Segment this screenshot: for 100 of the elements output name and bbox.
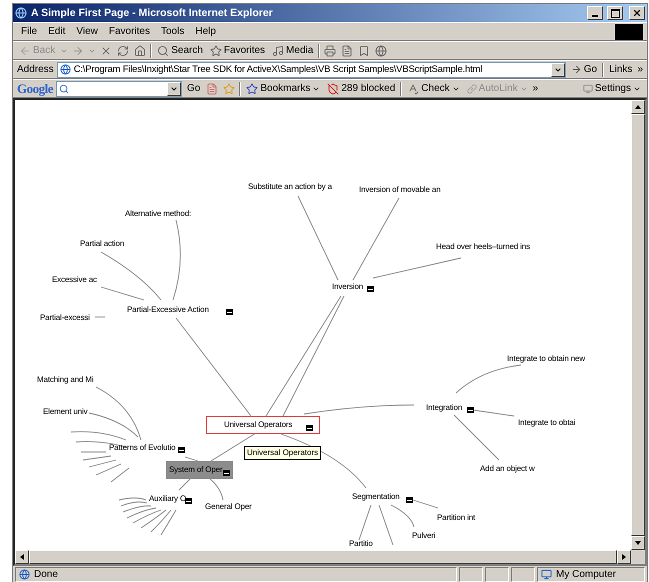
branch-line bbox=[358, 504, 372, 540]
browser-icon bbox=[15, 7, 27, 19]
tree-node[interactable]: Partial-Excessive Action bbox=[126, 304, 210, 316]
collapse-icon[interactable] bbox=[223, 470, 230, 476]
branch-line bbox=[178, 478, 192, 490]
tree-node[interactable]: Excessive ac bbox=[51, 274, 98, 286]
up-arrow-icon[interactable] bbox=[634, 103, 642, 111]
branch-line bbox=[208, 478, 224, 500]
globe-button[interactable] bbox=[374, 44, 388, 56]
blocked-icon bbox=[327, 82, 340, 94]
caret-icon bbox=[170, 84, 178, 92]
tree-node[interactable]: Inversion bbox=[331, 281, 364, 293]
tree-node[interactable]: Partial-excessi bbox=[39, 312, 91, 324]
menu-item[interactable]: Help bbox=[191, 26, 220, 37]
menu-item[interactable]: File bbox=[17, 26, 42, 37]
tree-node[interactable]: Pulveri bbox=[411, 530, 436, 542]
toolbar-button[interactable]: Search bbox=[155, 44, 205, 56]
back-arrow-icon bbox=[19, 44, 31, 56]
collapse-icon[interactable] bbox=[306, 425, 313, 431]
spell-check-icon bbox=[407, 82, 420, 94]
page-icon bbox=[19, 568, 30, 580]
tree-node[interactable]: Inversion of movable an bbox=[358, 184, 442, 196]
tree-node[interactable]: Partial action bbox=[79, 238, 126, 250]
tree-node[interactable]: Patterns of Evolutio bbox=[108, 442, 176, 454]
toolbar-button[interactable]: Media bbox=[270, 44, 316, 56]
refresh-button[interactable] bbox=[116, 44, 130, 56]
search-field[interactable] bbox=[56, 80, 182, 96]
vertical-scrollbar[interactable] bbox=[631, 100, 645, 550]
more-chevron[interactable]: » bbox=[637, 64, 643, 75]
tree-node[interactable]: Element univ bbox=[42, 406, 88, 418]
tree-node[interactable]: Segmentation bbox=[351, 491, 401, 503]
right-arrow-icon[interactable] bbox=[620, 553, 628, 561]
star-icon bbox=[223, 82, 236, 94]
refresh-icon bbox=[117, 44, 130, 56]
bookmarks-button[interactable]: Bookmarks bbox=[244, 82, 322, 94]
spell-check-button[interactable]: Check bbox=[405, 82, 462, 94]
collapse-icon[interactable] bbox=[467, 407, 474, 413]
print-button[interactable] bbox=[323, 44, 338, 56]
tree-node[interactable]: Integration bbox=[425, 402, 464, 414]
menu-item[interactable]: Tools bbox=[156, 26, 188, 37]
tree-node[interactable]: Integrate to obtai bbox=[517, 417, 576, 429]
tree-node[interactable]: Add an object w bbox=[479, 463, 536, 475]
google-logo: Google bbox=[17, 80, 53, 96]
tree-node[interactable]: System of Oper bbox=[166, 461, 234, 479]
maximize-button[interactable] bbox=[607, 6, 623, 20]
stop-icon bbox=[100, 44, 112, 56]
minimize-button[interactable] bbox=[587, 6, 603, 20]
tree-node[interactable]: General Oper bbox=[204, 501, 253, 513]
home-icon bbox=[134, 44, 146, 56]
popup-blocker-button[interactable]: 289 blocked bbox=[325, 82, 398, 94]
tree-node[interactable]: Partitio bbox=[348, 538, 374, 550]
collapse-icon[interactable] bbox=[226, 309, 233, 315]
menu-item[interactable]: Favorites bbox=[104, 26, 154, 37]
tooltip: Universal Operators bbox=[244, 446, 322, 460]
tree-node[interactable]: Alternative method: bbox=[124, 208, 192, 220]
address-label: Address bbox=[17, 64, 54, 75]
news-button[interactable] bbox=[205, 82, 220, 94]
horizontal-scrollbar[interactable] bbox=[15, 550, 631, 564]
collapse-icon[interactable] bbox=[406, 497, 413, 503]
more-chevron[interactable]: » bbox=[532, 83, 538, 94]
collapse-icon[interactable] bbox=[185, 498, 192, 504]
computer-icon bbox=[541, 568, 552, 580]
tree-node[interactable]: Universal Operators bbox=[206, 416, 320, 434]
tree-node[interactable]: Integrate to obtain new bbox=[506, 353, 586, 365]
home-button[interactable] bbox=[133, 44, 148, 56]
status-text: Done bbox=[34, 568, 58, 580]
go-button[interactable]: Go bbox=[185, 83, 202, 94]
branch-line bbox=[94, 316, 106, 318]
tree-node[interactable]: Substitute an action by a bbox=[247, 181, 333, 193]
scrollbar-corner bbox=[631, 550, 645, 564]
dropdown-button[interactable] bbox=[550, 62, 565, 76]
down-arrow-icon[interactable] bbox=[634, 539, 642, 547]
menu-item[interactable]: Edit bbox=[44, 26, 70, 37]
globe-icon bbox=[375, 44, 388, 56]
page-icon bbox=[60, 64, 71, 75]
collapse-icon[interactable] bbox=[367, 286, 374, 292]
close-button[interactable] bbox=[629, 6, 645, 20]
music-note-icon bbox=[272, 44, 284, 56]
printer-icon bbox=[324, 44, 336, 56]
forward-arrow-icon bbox=[72, 44, 84, 56]
link-icon bbox=[466, 84, 477, 94]
edit-button[interactable] bbox=[340, 44, 354, 56]
links-button[interactable]: Links bbox=[607, 64, 634, 75]
branch-line bbox=[184, 456, 198, 462]
settings-button[interactable]: Settings bbox=[580, 83, 643, 94]
tree-node[interactable]: Head over heels–turned ins bbox=[435, 241, 531, 253]
menu-item[interactable]: View bbox=[72, 26, 102, 37]
collapse-icon[interactable] bbox=[178, 447, 185, 453]
left-arrow-icon[interactable] bbox=[18, 553, 26, 561]
document-icon bbox=[341, 44, 354, 56]
window-title: A Simple First Page - Microsoft Internet Explorer bbox=[31, 7, 274, 19]
toolbar-button[interactable]: Favorites bbox=[208, 44, 268, 56]
search-icon bbox=[59, 84, 69, 94]
dropdown-button[interactable] bbox=[167, 82, 181, 96]
zone-text: My Computer bbox=[556, 568, 616, 580]
document-icon bbox=[206, 82, 218, 94]
address-field[interactable]: C:\Program Files\Inxight\Star Tree SDK for ActiveX\Samples\VB Script Samples\VBScriptSample.html bbox=[56, 62, 566, 78]
tree-node[interactable]: Matching and Mi bbox=[36, 374, 94, 386]
tree-node[interactable]: Partition int bbox=[436, 512, 476, 524]
go-button[interactable]: Go bbox=[568, 64, 600, 75]
